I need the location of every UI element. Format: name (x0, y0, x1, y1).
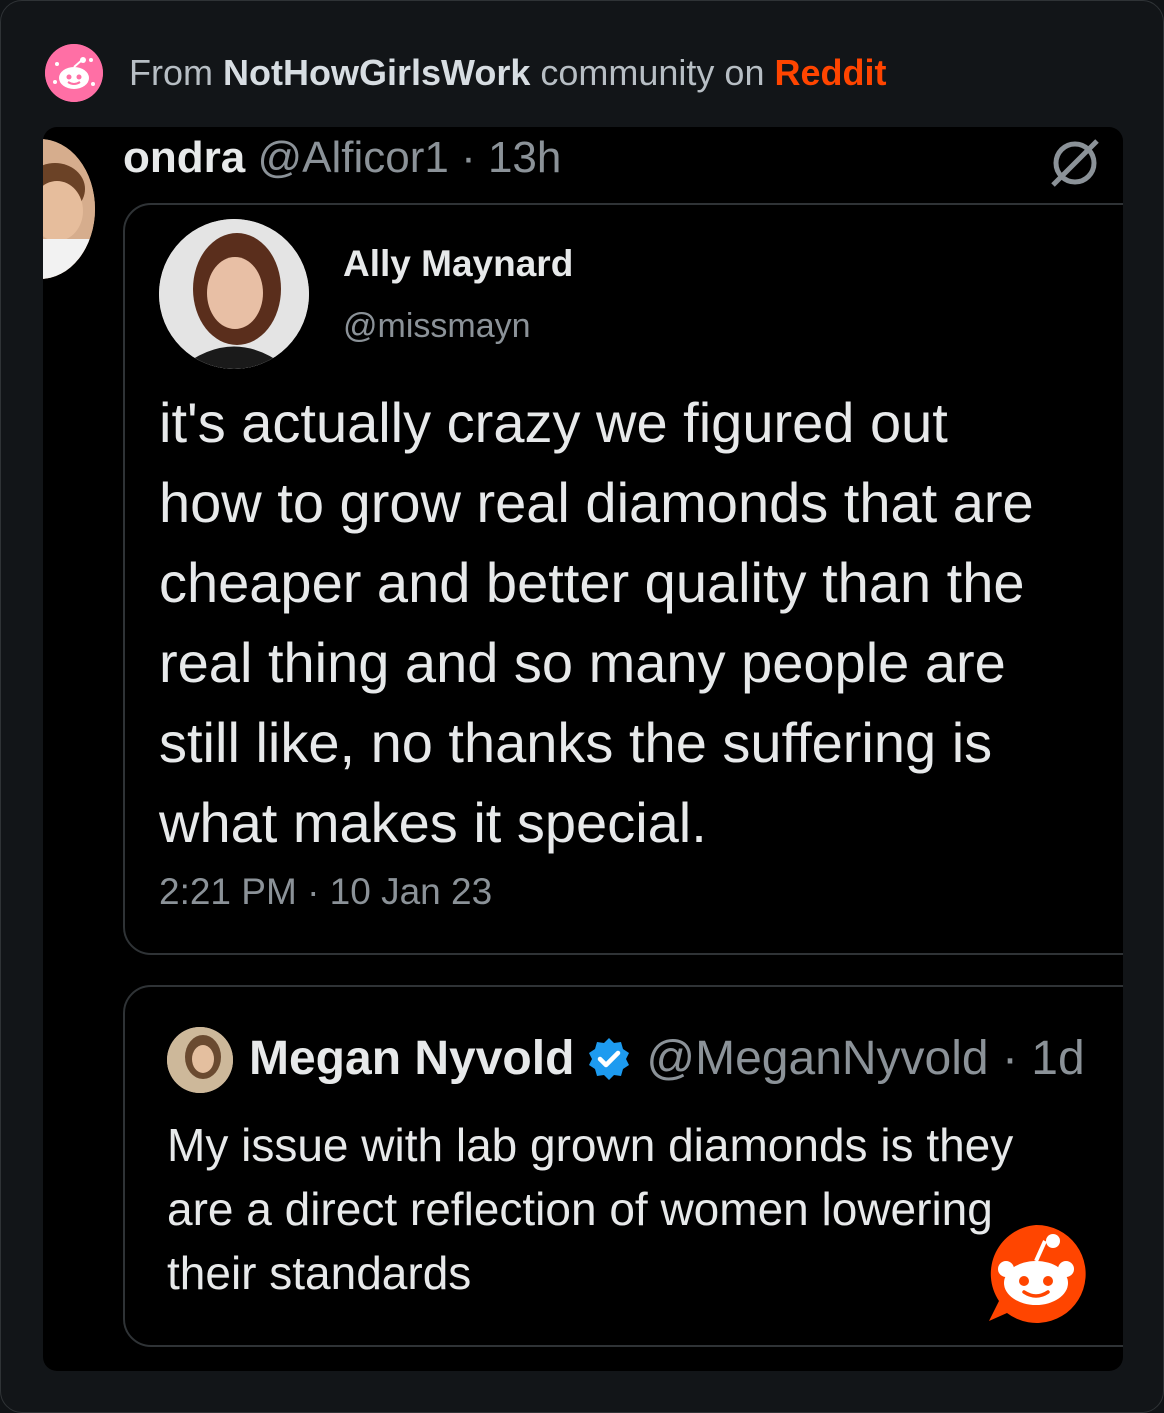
outer-handle-time: @Alficor1 · 13h (257, 133, 562, 182)
outer-display-name[interactable]: ondra (123, 133, 245, 182)
reply-tweet-text: My issue with lab grown diamonds is they… (167, 1113, 1123, 1305)
quoted-timestamp[interactable]: 2:21 PM · 10 Jan 23 (159, 871, 492, 913)
user-avatar (43, 139, 95, 279)
quoted-text-line: still like, no thanks the suffering is (159, 711, 993, 774)
quoted-text-line: it's actually crazy we figured out (159, 391, 948, 454)
quoted-handle[interactable]: @missmayn (343, 307, 531, 346)
quoted-text-line: what makes it special. (159, 791, 707, 854)
quoted-display-name[interactable]: Ally Maynard (343, 243, 573, 285)
post-image: ondra @Alficor1 · 13h Ally Maynard @miss… (43, 127, 1123, 1371)
quoted-tweet-text: it's actually crazy we figured out how t… (159, 383, 1123, 863)
quoted-user-avatar (159, 219, 309, 369)
community-on-label: community on (540, 52, 765, 93)
from-label: From (129, 52, 213, 93)
embed-source-text: From NotHowGirlsWork community on Reddit (129, 52, 887, 94)
reply-tweet-header: Megan Nyvold @MeganNyvold · 1d (249, 1031, 1085, 1086)
reddit-link[interactable]: Reddit (775, 52, 887, 93)
reply-user-avatar (167, 1027, 233, 1093)
reply-text-line: are a direct reflection of women lowerin… (167, 1183, 993, 1235)
reddit-snoo-icon (989, 1224, 1086, 1323)
quoted-text-line: real thing and so many people are (159, 631, 1006, 694)
null-symbol-icon (1051, 139, 1099, 187)
quoted-tweet[interactable]: Ally Maynard @missmayn it's actually cra… (123, 203, 1123, 955)
quoted-text-line: how to grow real diamonds that are (159, 471, 1034, 534)
reddit-embed-card: From NotHowGirlsWork community on Reddit… (0, 0, 1164, 1413)
reply-text-line: their standards (167, 1247, 472, 1299)
subreddit-avatar-icon[interactable] (45, 44, 103, 102)
reply-handle-time: @MeganNyvold · 1d (646, 1032, 1085, 1085)
outer-tweet-header: ondra @Alficor1 · 13h (123, 133, 561, 183)
community-link[interactable]: NotHowGirlsWork (223, 52, 530, 93)
reply-display-name[interactable]: Megan Nyvold (249, 1031, 574, 1086)
embed-header: From NotHowGirlsWork community on Reddit (45, 43, 887, 103)
reply-text-line: My issue with lab grown diamonds is they (167, 1119, 1014, 1171)
quoted-text-line: cheaper and better quality than the (159, 551, 1025, 614)
reply-tweet[interactable]: Megan Nyvold @MeganNyvold · 1d My issue … (123, 985, 1123, 1347)
verified-badge-icon (589, 1037, 630, 1080)
